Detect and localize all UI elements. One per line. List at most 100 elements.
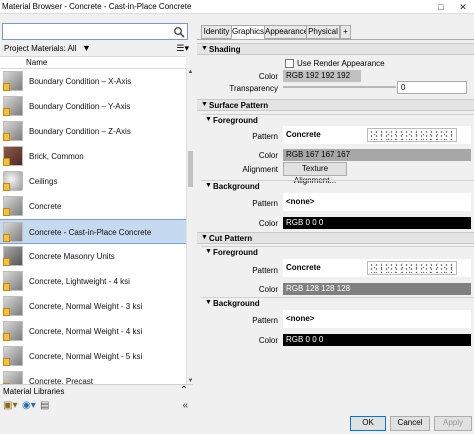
asset-browser-icon[interactable]: ▤: [40, 400, 49, 411]
material-name: Concrete: [29, 202, 62, 211]
ok-button[interactable]: OK: [350, 416, 386, 431]
surface-foreground-header[interactable]: ▼ Foreground: [201, 114, 474, 126]
collapse-panel-icon[interactable]: «: [182, 400, 188, 411]
material-list-item[interactable]: Boundary Condition – X-Axis: [0, 69, 186, 94]
tab-physical[interactable]: Physical: [306, 25, 340, 39]
document-material-icon: [3, 258, 10, 266]
material-list-item[interactable]: Brick, Common: [0, 144, 186, 169]
cut-background-header[interactable]: ▼ Background: [201, 297, 474, 309]
surface-bg-pattern-field[interactable]: <none>: [283, 193, 471, 211]
cut-fg-pattern-value: Concrete: [286, 263, 321, 272]
material-browser-panel: Project Materials: All ▼ ☰▾ Name Boundar…: [0, 14, 193, 434]
material-name: Concrete, Normal Weight - 4 ksi: [29, 327, 143, 336]
window-title: Material Browser - Concrete - Cast-in-Pl…: [2, 2, 192, 11]
scrollbar-thumb[interactable]: [188, 151, 193, 187]
document-material-icon: [3, 358, 10, 366]
search-icon[interactable]: [173, 26, 185, 38]
document-material-icon: [3, 333, 10, 341]
transparency-label: Transparency: [229, 84, 278, 93]
document-material-icon: [3, 133, 10, 141]
tab-identity[interactable]: Identity: [201, 25, 232, 39]
cut-fg-color-swatch[interactable]: RGB 128 128 128: [283, 283, 471, 295]
material-list-item[interactable]: Boundary Condition – Z-Axis: [0, 119, 186, 144]
material-libraries-bar[interactable]: Material Libraries ⌃: [0, 384, 193, 398]
dialog-buttons: OK Cancel Apply: [197, 414, 474, 434]
cancel-button[interactable]: Cancel: [390, 416, 430, 431]
cut-pattern-section-header[interactable]: ▼ Cut Pattern: [197, 232, 474, 244]
tab-appearance[interactable]: Appearance: [264, 25, 308, 39]
tab-graphics[interactable]: Graphics: [231, 25, 265, 39]
concrete-pattern-preview[interactable]: [367, 128, 457, 142]
material-list-item[interactable]: Boundary Condition – Y-Axis: [0, 94, 186, 119]
shading-color-swatch[interactable]: RGB 192 192 192: [283, 70, 361, 82]
material-name: Concrete, Normal Weight - 5 ksi: [29, 352, 143, 361]
library-folder-icon[interactable]: ▣▾: [3, 400, 17, 411]
project-materials-header: Project Materials: All ▼ ☰▾: [0, 42, 193, 56]
project-materials-label: Project Materials: All: [4, 44, 77, 53]
cut-background-title: Background: [213, 299, 260, 308]
shading-title: Shading: [209, 45, 241, 54]
collapse-arrow-icon: ▼: [205, 116, 212, 123]
cut-bg-color-swatch[interactable]: RGB 0 0 0: [283, 334, 471, 346]
expand-libraries-icon[interactable]: ⌃: [180, 385, 188, 396]
cut-pattern-title: Cut Pattern: [209, 234, 253, 243]
use-render-appearance-checkbox[interactable]: [285, 59, 294, 68]
surface-fg-color-label: Color: [258, 151, 278, 160]
surface-fg-pattern-label: Pattern: [252, 132, 278, 141]
apply-button[interactable]: Apply: [434, 416, 472, 431]
column-header[interactable]: Name: [0, 56, 186, 69]
document-material-icon: [3, 308, 10, 316]
cut-fg-pattern-label: Pattern: [252, 266, 278, 275]
surface-background-header[interactable]: ▼ Background: [201, 180, 474, 192]
material-name: Concrete, Normal Weight - 3 ksi: [29, 302, 143, 311]
shading-section-header[interactable]: ▼ Shading: [197, 43, 474, 55]
maximize-button[interactable]: □: [430, 0, 452, 14]
collapse-arrow-icon: ▼: [205, 299, 212, 306]
column-header-name: Name: [26, 58, 48, 67]
search-input[interactable]: [2, 23, 188, 40]
material-list-item[interactable]: Concrete, Lightweight - 4 ksi: [0, 269, 186, 294]
document-material-icon: [3, 158, 10, 166]
material-list-scrollbar[interactable]: ▲ ▼: [186, 69, 193, 386]
collapse-arrow-icon: ▼: [201, 101, 208, 108]
view-options-icon[interactable]: ☰▾: [176, 43, 189, 54]
material-list-item[interactable]: Ceilings: [0, 169, 186, 194]
material-list-item[interactable]: Concrete Masonry Units: [0, 244, 186, 269]
surface-pattern-section-header[interactable]: ▼ Surface Pattern: [197, 99, 474, 111]
material-name: Boundary Condition – X-Axis: [29, 77, 132, 86]
material-list-item[interactable]: Concrete, Normal Weight - 4 ksi: [0, 319, 186, 344]
shading-color-label: Color: [258, 72, 278, 81]
cut-bg-color-label: Color: [258, 336, 278, 345]
material-name: Concrete - Cast-in-Place Concrete: [29, 228, 152, 237]
add-tab-button[interactable]: +: [340, 25, 351, 39]
document-material-icon: [3, 283, 10, 291]
create-material-icon[interactable]: ◉▾: [22, 400, 36, 411]
transparency-input[interactable]: 0: [397, 81, 467, 94]
scroll-up-icon[interactable]: ▲: [187, 69, 194, 77]
material-name: Concrete, Lightweight - 4 ksi: [29, 277, 130, 286]
material-name: Boundary Condition – Z-Axis: [29, 127, 131, 136]
collapse-arrow-icon: ▼: [201, 234, 208, 241]
surface-fg-color-swatch[interactable]: RGB 167 167 167: [283, 149, 471, 161]
material-list-item[interactable]: Concrete - Cast-in-Place Concrete: [0, 219, 186, 244]
material-list-item[interactable]: Concrete, Normal Weight - 3 ksi: [0, 294, 186, 319]
document-material-icon: [3, 108, 10, 116]
close-button[interactable]: ✕: [452, 0, 474, 14]
material-list-item[interactable]: Concrete, Normal Weight - 5 ksi: [0, 344, 186, 369]
cut-concrete-pattern-preview[interactable]: [367, 261, 457, 275]
surface-fg-pattern-value: Concrete: [286, 130, 321, 139]
filter-icon[interactable]: ▼: [82, 43, 91, 53]
library-toolbar: ▣▾ ◉▾ ▤ «: [0, 400, 193, 414]
material-list: Boundary Condition – X-Axis Boundary Cond…: [0, 69, 186, 386]
texture-alignment-button[interactable]: Texture Alignment...: [283, 162, 347, 185]
surface-foreground-title: Foreground: [213, 116, 258, 125]
transparency-slider[interactable]: [283, 86, 396, 88]
document-material-icon: [3, 183, 10, 191]
material-list-item[interactable]: Concrete: [0, 194, 186, 219]
surface-bg-color-swatch[interactable]: RGB 0 0 0: [283, 217, 471, 229]
collapse-arrow-icon: ▼: [201, 45, 208, 52]
surface-bg-pattern-label: Pattern: [252, 199, 278, 208]
cut-foreground-header[interactable]: ▼ Foreground: [201, 246, 474, 258]
surface-bg-pattern-value: <none>: [286, 197, 315, 206]
cut-bg-pattern-field[interactable]: <none>: [283, 310, 471, 328]
